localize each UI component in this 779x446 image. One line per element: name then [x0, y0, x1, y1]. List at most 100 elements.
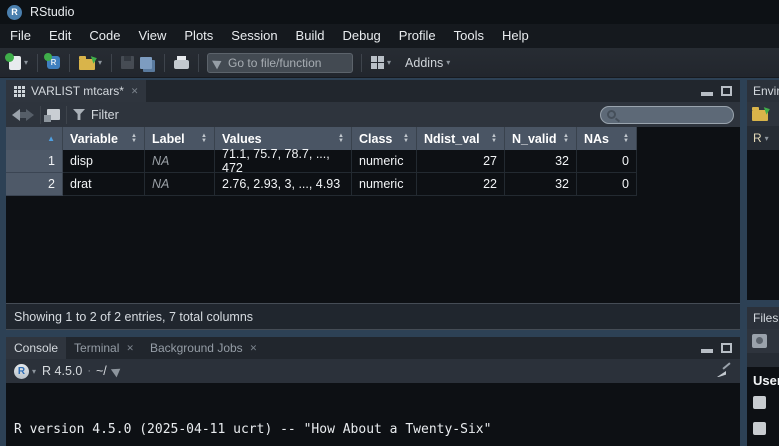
- new-file-icon: [9, 56, 21, 70]
- package-checkbox[interactable]: [753, 422, 766, 435]
- header-n-valid[interactable]: N_valid ▲▼: [505, 127, 577, 150]
- menu-help[interactable]: Help: [493, 24, 538, 48]
- data-viewer-pane: VARLIST mtcars* ✕ Filter ▲: [6, 80, 740, 330]
- r-session-icon[interactable]: R: [14, 364, 29, 379]
- table-row[interactable]: 1 disp NA 71.1, 75.7, 78.7, ..., 472 num…: [6, 150, 740, 173]
- tab-background-jobs[interactable]: Background Jobs ✕: [142, 337, 265, 359]
- menu-bar: File Edit Code View Plots Session Build …: [0, 24, 779, 48]
- values-cell: 2.76, 2.93, 3, ..., 4.93: [215, 173, 352, 196]
- maximize-icon[interactable]: [721, 86, 732, 96]
- packages-list: User: [747, 367, 779, 446]
- viewer-search-input[interactable]: [616, 109, 727, 121]
- menu-debug[interactable]: Debug: [333, 24, 389, 48]
- n-valid-cell: 32: [505, 150, 577, 173]
- viewer-window-buttons: [701, 80, 740, 102]
- minimize-icon[interactable]: [701, 349, 713, 353]
- tab-terminal[interactable]: Terminal ✕: [66, 337, 142, 359]
- tab-environment[interactable]: Environment: [747, 80, 779, 102]
- table-status-bar: Showing 1 to 2 of 2 entries, 7 total col…: [6, 303, 740, 330]
- maximize-icon[interactable]: [721, 343, 732, 353]
- tab-files[interactable]: Files: [747, 307, 779, 329]
- menu-code[interactable]: Code: [80, 24, 129, 48]
- goto-arrow-icon: [212, 56, 224, 69]
- menu-session[interactable]: Session: [222, 24, 286, 48]
- table-row[interactable]: 2 drat NA 2.76, 2.93, 3, ..., 4.93 numer…: [6, 173, 740, 196]
- toolbar-separator: [37, 54, 38, 72]
- new-project-button[interactable]: R: [44, 54, 63, 71]
- print-button[interactable]: [171, 54, 192, 71]
- open-directory-arrow-icon[interactable]: [111, 365, 123, 378]
- header-ndist-val[interactable]: Ndist_val ▲▼: [417, 127, 505, 150]
- menu-plots[interactable]: Plots: [175, 24, 222, 48]
- variable-cell: drat: [63, 173, 145, 196]
- save-icon: [121, 56, 134, 69]
- menu-view[interactable]: View: [129, 24, 175, 48]
- import-dataset-folder-icon[interactable]: [752, 110, 768, 121]
- search-icon: [607, 110, 616, 119]
- back-arrow-icon[interactable]: [12, 109, 20, 121]
- console-output[interactable]: R version 4.5.0 (2025-04-11 ucrt) -- "Ho…: [6, 383, 740, 446]
- addins-label: Addins: [405, 56, 443, 70]
- save-all-button[interactable]: [137, 55, 158, 71]
- class-cell: numeric: [352, 150, 417, 173]
- values-cell: 71.1, 75.7, 78.7, ..., 472: [215, 150, 352, 173]
- header-nas[interactable]: NAs ▲▼: [577, 127, 637, 150]
- tab-console[interactable]: Console: [6, 337, 66, 359]
- minimize-icon[interactable]: [701, 92, 713, 96]
- sort-icons: ▲▼: [403, 134, 409, 144]
- tab-varlist-mtcars[interactable]: VARLIST mtcars* ✕: [6, 80, 146, 102]
- environment-pane: Environment R ▾: [747, 80, 779, 300]
- header-rownum[interactable]: ▲: [6, 127, 63, 150]
- chevron-down-icon[interactable]: ▾: [387, 58, 391, 67]
- goto-file-input[interactable]: [228, 56, 346, 70]
- close-icon[interactable]: ✕: [250, 343, 258, 354]
- goto-file-function-box[interactable]: [207, 53, 353, 73]
- addins-button[interactable]: Addins ▾: [394, 54, 453, 72]
- print-icon: [174, 60, 189, 69]
- menu-build[interactable]: Build: [287, 24, 334, 48]
- forward-arrow-icon[interactable]: [26, 109, 34, 121]
- new-file-button[interactable]: ▾: [6, 54, 31, 72]
- viewer-tab-bar: VARLIST mtcars* ✕: [6, 80, 740, 102]
- environment-r-selector[interactable]: R ▾: [747, 126, 779, 150]
- show-in-new-window-icon[interactable]: [47, 109, 60, 120]
- pane-layout-button[interactable]: ▾: [368, 54, 394, 71]
- chevron-down-icon[interactable]: ▾: [32, 367, 36, 376]
- viewer-toolbar: Filter: [6, 102, 740, 127]
- filter-funnel-icon[interactable]: [73, 109, 85, 120]
- open-file-button[interactable]: ▾: [76, 54, 105, 72]
- environment-body: [747, 150, 779, 300]
- menu-profile[interactable]: Profile: [390, 24, 445, 48]
- header-variable[interactable]: Variable ▲▼: [63, 127, 145, 150]
- close-icon[interactable]: ✕: [126, 343, 134, 354]
- package-checkbox[interactable]: [753, 396, 766, 409]
- ndist-val-cell: 27: [417, 150, 505, 173]
- viewer-search-box[interactable]: [600, 106, 734, 124]
- header-class[interactable]: Class ▲▼: [352, 127, 417, 150]
- filter-button[interactable]: Filter: [91, 108, 119, 122]
- ndist-val-cell: 22: [417, 173, 505, 196]
- new-project-icon: R: [47, 56, 60, 69]
- label-cell: NA: [145, 150, 215, 173]
- packages-filter-bar: [747, 353, 779, 367]
- header-label[interactable]: Label ▲▼: [145, 127, 215, 150]
- menu-edit[interactable]: Edit: [40, 24, 80, 48]
- toolbar-separator: [164, 54, 165, 72]
- toolbar-separator: [66, 106, 67, 124]
- close-icon[interactable]: ✕: [131, 86, 139, 97]
- menu-tools[interactable]: Tools: [445, 24, 493, 48]
- save-button[interactable]: [118, 54, 137, 71]
- working-directory-label[interactable]: ~/: [96, 364, 107, 378]
- variables-table: ▲ Variable ▲▼ Label ▲▼ Values ▲▼ Class ▲…: [6, 127, 740, 303]
- rstudio-window: R RStudio File Edit Code View Plots Sess…: [0, 0, 779, 446]
- r-version-label: R 4.5.0: [42, 364, 82, 378]
- install-packages-icon[interactable]: [752, 334, 767, 348]
- clear-console-broom-icon[interactable]: [716, 364, 732, 378]
- chevron-down-icon[interactable]: ▾: [98, 58, 102, 67]
- sort-ascending-icon: ▲: [47, 134, 55, 143]
- sort-icons: ▲▼: [623, 134, 629, 144]
- chevron-down-icon[interactable]: ▾: [24, 58, 28, 67]
- menu-file[interactable]: File: [1, 24, 40, 48]
- window-title: RStudio: [30, 5, 74, 19]
- rstudio-logo-icon: R: [7, 5, 22, 20]
